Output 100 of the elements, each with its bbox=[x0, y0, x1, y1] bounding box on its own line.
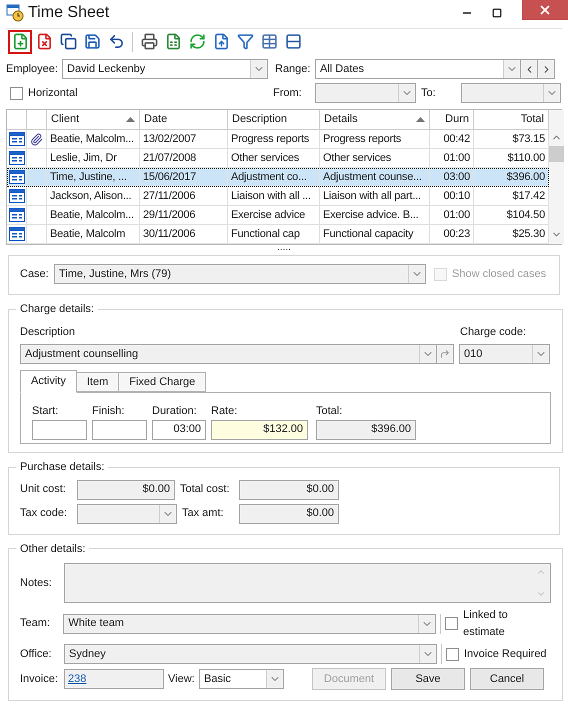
window-title: Time Sheet bbox=[28, 3, 110, 23]
field-label: From: bbox=[273, 86, 303, 101]
tax-code-select[interactable] bbox=[77, 504, 177, 524]
previous-button[interactable] bbox=[521, 59, 538, 79]
field-label: Total: bbox=[316, 404, 344, 419]
text-field[interactable]: 03:00 bbox=[152, 420, 206, 440]
paperclip-icon bbox=[30, 132, 43, 146]
table-cell: 00:10 bbox=[430, 187, 474, 205]
refresh-icon bbox=[188, 33, 206, 50]
column-header[interactable]: Client bbox=[47, 110, 140, 129]
text-field[interactable] bbox=[92, 420, 147, 440]
invoice-field[interactable]: 238 bbox=[64, 669, 164, 689]
table-icon bbox=[260, 33, 278, 50]
table-row[interactable]: Beatie, Malcolm... 29/11/2006 Exercise advice Exercise advice. B... 01:00 $104.50 bbox=[7, 206, 549, 225]
select-value: White team bbox=[67, 616, 125, 632]
select-value: All Dates bbox=[319, 62, 366, 77]
field-label: Office: bbox=[20, 646, 53, 662]
invoice-link[interactable]: 238 bbox=[68, 670, 86, 688]
new-document-icon bbox=[12, 33, 28, 50]
team-select[interactable]: White team bbox=[63, 614, 436, 634]
close-button[interactable] bbox=[522, 0, 568, 20]
charge-code-select[interactable]: 010 bbox=[459, 344, 550, 364]
office-select[interactable]: Sydney bbox=[64, 644, 437, 664]
table-cell: Beatie, Malcolm... bbox=[47, 130, 140, 148]
table-cell: 21/07/2008 bbox=[140, 149, 228, 167]
table-cell: 15/06/2017 bbox=[140, 168, 228, 186]
spreadsheet-icon bbox=[164, 33, 182, 50]
copy-icon bbox=[60, 33, 76, 50]
jump-button[interactable] bbox=[437, 344, 454, 364]
table-cell: Jackson, Alison... bbox=[47, 187, 140, 205]
text-field[interactable]: $0.00 bbox=[239, 504, 339, 524]
table-cell: Adjustment counse... bbox=[320, 168, 430, 186]
field-label: Tax amt: bbox=[182, 506, 225, 522]
notes-field[interactable] bbox=[64, 563, 551, 603]
case-select[interactable]: Time, Justine, Mrs (79) bbox=[54, 264, 426, 284]
splitter-handle[interactable]: ..... bbox=[277, 245, 291, 251]
view-select[interactable]: Basic bbox=[199, 669, 284, 689]
rate-field[interactable]: $132.00 bbox=[211, 420, 308, 440]
table-cell: 30/11/2006 bbox=[140, 225, 228, 243]
action-button[interactable]: Save bbox=[391, 668, 465, 690]
field-label: Employee: bbox=[6, 62, 59, 77]
sort-ascending-icon bbox=[126, 117, 135, 122]
table-cell: 00:23 bbox=[430, 225, 474, 243]
scroll-thumb[interactable] bbox=[549, 146, 564, 162]
scrollbar[interactable] bbox=[549, 110, 564, 244]
table-cell: Adjustment co... bbox=[228, 168, 320, 186]
group-title: Purchase details: bbox=[19, 460, 106, 475]
checkbox[interactable] bbox=[446, 648, 459, 660]
table-cell: Liaison with all part... bbox=[320, 187, 430, 205]
table-row[interactable]: Time, Justine, ... 15/06/2017 Adjustment co... Adjustment counse... 03:00 $396.00 bbox=[7, 168, 549, 187]
field-label: View: bbox=[168, 672, 196, 687]
table-cell: Beatie, Malcolm... bbox=[47, 206, 140, 224]
tab[interactable]: Fixed Charge bbox=[118, 372, 206, 392]
table-cell: Other services bbox=[228, 149, 320, 167]
employee-select[interactable]: David Leckenby bbox=[62, 59, 268, 79]
field-label: Range: bbox=[275, 62, 312, 77]
close-icon bbox=[538, 3, 552, 17]
select-value: Adjustment counselling bbox=[24, 346, 140, 362]
column-header[interactable]: Durn bbox=[430, 110, 474, 129]
text-field[interactable] bbox=[32, 420, 87, 440]
table-row[interactable]: Leslie, Jim, Dr 21/07/2008 Other services Other services 01:00 $110.00 bbox=[7, 149, 549, 168]
column-header[interactable]: Details bbox=[320, 110, 430, 129]
next-button[interactable] bbox=[538, 59, 555, 79]
field-label: Team: bbox=[20, 616, 51, 632]
table-row[interactable]: Beatie, Malcolm 30/11/2006 Functional cap Functional capacity 00:23 $25.30 bbox=[7, 225, 549, 244]
tab[interactable]: Item bbox=[76, 372, 120, 392]
text-field[interactable]: $0.00 bbox=[77, 480, 175, 500]
table-row[interactable]: Beatie, Malcolm... 13/02/2007 Progress reports Progress reports 00:42 $73.15 bbox=[7, 130, 549, 149]
table-row[interactable]: Jackson, Alison... 27/11/2006 Liaison with all ... Liaison with all part... 00:10 $17.42 bbox=[7, 187, 549, 206]
table-cell: Beatie, Malcolm bbox=[47, 225, 140, 243]
tab[interactable]: Activity bbox=[20, 370, 77, 393]
action-button[interactable]: Cancel bbox=[470, 668, 544, 690]
table-cell: Time, Justine, ... bbox=[47, 168, 140, 186]
from-select[interactable] bbox=[315, 83, 416, 103]
table-cell: 01:00 bbox=[430, 206, 474, 224]
text-field[interactable]: $396.00 bbox=[316, 420, 416, 440]
checkbox[interactable] bbox=[10, 86, 23, 100]
checkbox-label: Horizontal bbox=[28, 86, 78, 101]
field-label: Start: bbox=[32, 404, 60, 419]
form-icon bbox=[8, 170, 24, 184]
split-rows-icon bbox=[284, 33, 302, 50]
checkbox[interactable] bbox=[445, 617, 458, 630]
column-header[interactable]: Description bbox=[228, 110, 320, 129]
table-cell: Functional capacity bbox=[320, 225, 430, 243]
field-label: Rate: bbox=[211, 404, 238, 419]
column-header[interactable]: Date bbox=[140, 110, 228, 129]
field-label: Description bbox=[20, 324, 76, 340]
table-cell: Leslie, Jim, Dr bbox=[47, 149, 140, 167]
jump-arrow-icon bbox=[440, 349, 450, 359]
to-select[interactable] bbox=[461, 83, 561, 103]
toolbar-button[interactable] bbox=[8, 30, 32, 54]
form-icon bbox=[8, 227, 24, 241]
undo-icon bbox=[108, 33, 124, 50]
text-field[interactable]: $0.00 bbox=[239, 480, 339, 500]
range-select[interactable]: All Dates bbox=[315, 59, 521, 79]
description-select[interactable]: Adjustment counselling bbox=[20, 344, 437, 364]
field-label: Invoice: bbox=[20, 672, 59, 687]
field-label: To: bbox=[421, 86, 437, 101]
table-cell: Other services bbox=[320, 149, 430, 167]
field-label: Total cost: bbox=[180, 482, 231, 498]
